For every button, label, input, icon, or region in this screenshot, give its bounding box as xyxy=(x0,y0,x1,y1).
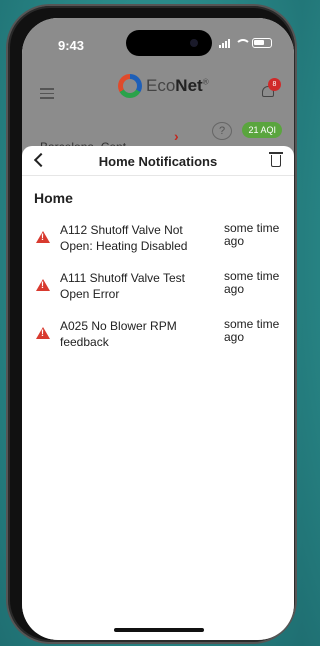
status-time: 9:43 xyxy=(58,38,85,53)
notification-item[interactable]: A112 Shutoff Valve Not Open: Heating Dis… xyxy=(22,222,294,262)
battery-icon xyxy=(252,38,272,48)
signal-icon xyxy=(219,38,230,48)
status-icons xyxy=(219,38,272,48)
aqi-badge: 21 AQI xyxy=(242,122,282,138)
warning-icon xyxy=(36,279,50,291)
notification-time: some time ago xyxy=(224,317,280,344)
logo-text: EcoNet® xyxy=(146,76,209,95)
notification-list: A112 Shutoff Valve Not Open: Heating Dis… xyxy=(22,222,294,358)
warning-icon xyxy=(36,231,50,243)
notification-time: some time ago xyxy=(224,269,280,296)
sheet-title: Home Notifications xyxy=(98,154,218,169)
notification-item[interactable]: A111 Shutoff Valve Test Open Error some … xyxy=(22,270,294,310)
notification-message: A111 Shutoff Valve Test Open Error xyxy=(60,271,185,301)
notification-message: A112 Shutoff Valve Not Open: Heating Dis… xyxy=(60,223,188,253)
screen: 9:43 EcoNet® 8 Barcelona, Ce xyxy=(22,18,294,640)
phone-frame: 9:43 EcoNet® 8 Barcelona, Ce xyxy=(6,4,297,644)
wifi-icon xyxy=(235,38,251,48)
trash-icon[interactable] xyxy=(269,152,283,167)
notification-message: A025 No Blower RPM feedback xyxy=(60,319,177,349)
logo-ring-icon xyxy=(118,74,142,98)
section-title: Home xyxy=(34,190,73,206)
help-icon[interactable]: ? xyxy=(212,122,232,140)
notification-badge: 8 xyxy=(268,78,281,91)
chevron-right-icon[interactable]: › xyxy=(174,128,179,144)
home-indicator[interactable] xyxy=(114,628,204,632)
camera-dot xyxy=(190,39,198,47)
warning-icon xyxy=(36,327,50,339)
app-header: EcoNet® 8 xyxy=(22,66,294,116)
menu-icon[interactable] xyxy=(40,88,54,99)
bell-icon[interactable]: 8 xyxy=(260,78,281,100)
econet-logo: EcoNet® xyxy=(118,74,209,98)
notifications-sheet: Home Notifications Home A112 Shutoff Val… xyxy=(22,146,294,640)
notification-item[interactable]: A025 No Blower RPM feedback some time ag… xyxy=(22,318,294,358)
dynamic-island xyxy=(126,30,212,56)
sheet-header: Home Notifications xyxy=(22,146,294,176)
notification-time: some time ago xyxy=(224,221,280,248)
